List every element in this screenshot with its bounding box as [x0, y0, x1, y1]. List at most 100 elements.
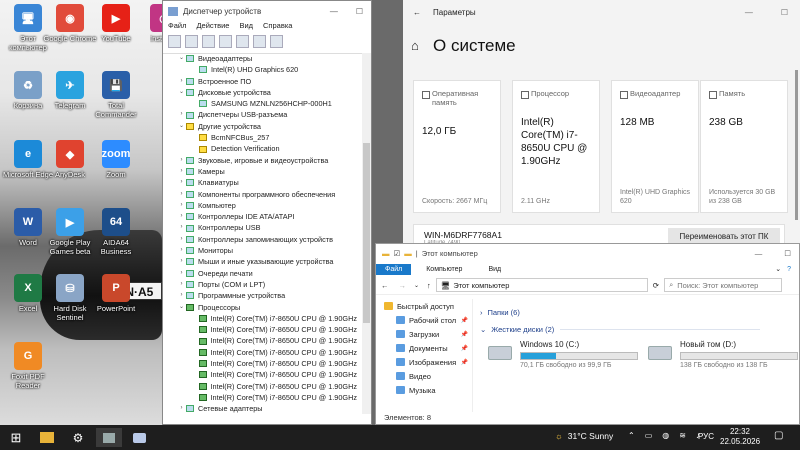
chevron-right-icon[interactable]: ›	[177, 279, 186, 290]
chevron-right-icon[interactable]: ›	[177, 234, 186, 245]
desktop-icon-zoom[interactable]: zoom Zoom	[88, 136, 144, 200]
settings-scrollbar[interactable]	[795, 70, 798, 220]
menu-item[interactable]: Действие	[196, 21, 229, 33]
device-category[interactable]: › Компоненты программного обеспечения	[177, 189, 357, 200]
device-category[interactable]: › Встроенное ПО	[177, 76, 357, 87]
chevron-right-icon[interactable]: ›	[177, 222, 186, 233]
minimize-icon[interactable]: —	[755, 249, 763, 258]
device-category[interactable]: › Порты (COM и LPT)	[177, 279, 357, 290]
recent-icon[interactable]: ⌄	[411, 282, 422, 289]
chevron-right-icon[interactable]: ›	[177, 177, 186, 188]
nav-item[interactable]: Загрузки 📌	[376, 327, 472, 341]
back-arrow-icon[interactable]: ←	[403, 8, 433, 17]
chevron-right-icon[interactable]: ›	[177, 256, 186, 267]
desktop-icon-powerpoint[interactable]: P PowerPoint	[88, 270, 144, 334]
wifi-icon[interactable]: ≋	[679, 431, 686, 440]
drives-group-header[interactable]: ⌄ Жесткие диски (2)	[480, 325, 761, 334]
device-item[interactable]: Intel(R) Core(TM) i7-8650U CPU @ 1.90GHz	[177, 313, 357, 324]
chevron-right-icon[interactable]: ›	[177, 109, 186, 120]
back-icon[interactable]	[168, 35, 181, 48]
search-field[interactable]: ⌕ Поиск: Этот компьютер	[664, 278, 783, 292]
device-category[interactable]: › Очереди печати	[177, 268, 357, 279]
device-category[interactable]: › Звуковые, игровые и видеоустройства	[177, 155, 357, 166]
device-item[interactable]: Intel(R) Core(TM) i7-8650U CPU @ 1.90GHz	[177, 381, 357, 392]
home-icon[interactable]: ⌂	[411, 38, 419, 53]
device-category[interactable]: › Сетевые адаптеры	[177, 403, 357, 414]
device-category[interactable]: ⌄ Видеоадаптеры	[177, 53, 357, 64]
nav-item[interactable]: Быстрый доступ	[376, 299, 472, 313]
scan-icon[interactable]	[253, 35, 266, 48]
properties-icon[interactable]	[202, 35, 215, 48]
chevron-right-icon[interactable]: ›	[177, 245, 186, 256]
chevron-right-icon[interactable]: ›	[177, 290, 186, 301]
back-icon[interactable]: ←	[376, 281, 394, 290]
taskbar-explorer[interactable]	[34, 428, 60, 447]
qat-properties-icon[interactable]: ☑	[394, 249, 401, 258]
refresh-icon[interactable]: ⟳	[648, 281, 664, 290]
chevron-right-icon[interactable]: ›	[177, 166, 186, 177]
chat-icon[interactable]: ▭	[645, 431, 653, 440]
minimize-icon[interactable]: —	[330, 7, 338, 16]
weather-widget[interactable]: ☼ 31°C Sunny	[555, 431, 613, 441]
maximize-icon[interactable]: ☐	[356, 7, 363, 16]
device-item[interactable]: Intel(R) Core(TM) i7-8650U CPU @ 1.90GHz	[177, 324, 357, 335]
help-icon[interactable]	[236, 35, 249, 48]
chevron-down-icon[interactable]: ⌄	[177, 87, 186, 98]
device-item[interactable]: Intel(R) Core(TM) i7-8650U CPU @ 1.90GHz	[177, 358, 357, 369]
chevron-up-icon[interactable]: ⌃	[628, 431, 635, 440]
desktop-icon-aida64-business[interactable]: 64 AIDA64 Business	[88, 204, 144, 268]
update-driver-icon[interactable]	[219, 35, 232, 48]
language-indicator[interactable]: РУС	[698, 432, 714, 441]
device-item[interactable]: BcmNFCBus_257	[177, 132, 357, 143]
desktop-icon-youtube[interactable]: ▶ YouTube	[88, 0, 144, 64]
device-item[interactable]: Intel(R) Core(TM) i7-8650U CPU @ 1.90GHz	[177, 335, 357, 346]
device-category[interactable]: › Камеры	[177, 166, 357, 177]
up-icon[interactable]: ↑	[422, 281, 436, 290]
help-icon[interactable]: ?	[787, 266, 799, 273]
ribbon-expand-icon[interactable]: ⌄	[775, 265, 787, 273]
minimize-icon[interactable]: —	[745, 8, 753, 17]
chevron-right-icon[interactable]: ›	[177, 76, 186, 87]
device-item[interactable]: Detection Verification	[177, 143, 357, 154]
nav-item[interactable]: Документы 📌	[376, 341, 472, 355]
device-category[interactable]: ⌄ Дисковые устройства	[177, 87, 357, 98]
device-category[interactable]: › Контроллеры запоминающих устройств	[177, 234, 357, 245]
device-item[interactable]: Intel(R) Core(TM) i7-8650U CPU @ 1.90GHz	[177, 347, 357, 358]
nav-item[interactable]: Видео	[376, 369, 472, 383]
menu-item[interactable]: Справка	[263, 21, 292, 33]
maximize-icon[interactable]: ☐	[781, 8, 788, 17]
device-category[interactable]: › Мыши и иные указывающие устройства	[177, 256, 357, 267]
device-category[interactable]: › Клавиатуры	[177, 177, 357, 188]
device-category[interactable]: ⌄ Процессоры	[177, 302, 357, 313]
nav-item[interactable]: Рабочий стол 📌	[376, 313, 472, 327]
network-icon[interactable]: ◍	[662, 431, 669, 440]
chevron-right-icon[interactable]: ›	[177, 268, 186, 279]
maximize-icon[interactable]: ☐	[784, 249, 791, 258]
chevron-right-icon[interactable]: ›	[177, 189, 186, 200]
folders-group-header[interactable]: › Папки (6)	[480, 308, 520, 317]
ribbon-tab[interactable]: Вид	[479, 264, 510, 275]
forward-icon[interactable]: →	[394, 281, 412, 290]
device-item[interactable]: SAMSUNG MZNLN256HCHP-000H1	[177, 98, 357, 109]
device-category[interactable]: ⌄ Другие устройства	[177, 121, 357, 132]
nav-item[interactable]: Музыка	[376, 383, 472, 397]
forward-icon[interactable]	[185, 35, 198, 48]
device-category[interactable]: › Мониторы	[177, 245, 357, 256]
start-button[interactable]: ⊞	[3, 428, 29, 447]
device-item[interactable]: Intel(R) Core(TM) i7-8650U CPU @ 1.90GHz	[177, 392, 357, 403]
device-item[interactable]: Intel(R) Core(TM) i7-8650U CPU @ 1.90GHz	[177, 369, 357, 380]
desktop-icon-total-commander[interactable]: 💾 Total Commander	[88, 67, 144, 131]
chevron-right-icon[interactable]: ›	[177, 155, 186, 166]
ribbon-tab[interactable]: Компьютер	[417, 264, 471, 275]
chevron-right-icon[interactable]: ›	[177, 211, 186, 222]
device-category[interactable]: › Контроллеры IDE ATA/ATAPI	[177, 211, 357, 222]
clock[interactable]: 22:32 22.05.2026	[720, 427, 760, 447]
menu-item[interactable]: Вид	[239, 21, 253, 33]
taskbar-settings[interactable]: ⚙	[65, 428, 91, 447]
nav-item[interactable]: Изображения 📌	[376, 355, 472, 369]
ribbon-tab[interactable]: Файл	[376, 263, 412, 275]
chevron-down-icon[interactable]: ⌄	[177, 302, 186, 313]
monitor-icon[interactable]	[270, 35, 283, 48]
device-category[interactable]: › Программные устройства	[177, 290, 357, 301]
device-item[interactable]: Intel(R) UHD Graphics 620	[177, 64, 357, 75]
